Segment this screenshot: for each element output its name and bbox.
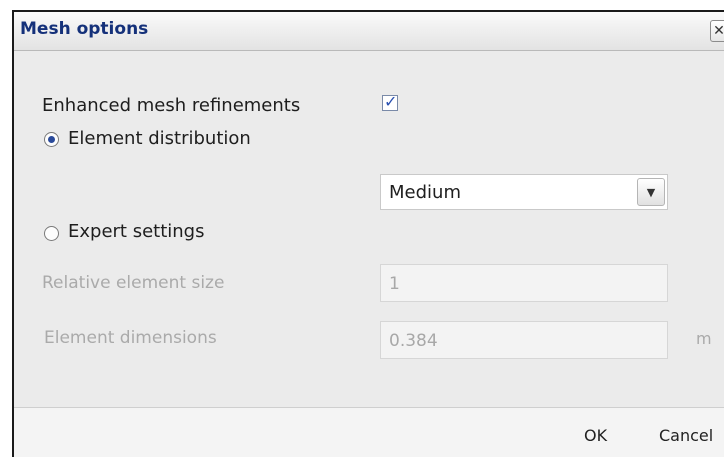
ok-button[interactable]: OK bbox=[584, 426, 607, 445]
chevron-down-icon: ▼ bbox=[646, 186, 656, 199]
mesh-options-dialog: Mesh options ✕ Enhanced mesh refinements… bbox=[12, 10, 724, 457]
checkmark-icon: ✓ bbox=[384, 92, 398, 111]
relative-size-value: 1 bbox=[389, 274, 400, 294]
dialog-title: Mesh options bbox=[20, 19, 149, 39]
element-dimensions-unit: m bbox=[696, 329, 712, 348]
cancel-button[interactable]: Cancel bbox=[659, 426, 713, 445]
distribution-select[interactable]: Medium ▼ bbox=[380, 174, 668, 210]
element-dimensions-input[interactable]: 0.384 bbox=[380, 321, 668, 359]
element-distribution-label[interactable]: Element distribution bbox=[68, 128, 251, 149]
enhanced-refinements-label: Enhanced mesh refinements bbox=[42, 95, 301, 116]
element-dimensions-value: 0.384 bbox=[389, 331, 438, 351]
relative-size-input[interactable]: 1 bbox=[380, 264, 668, 302]
element-distribution-radio[interactable] bbox=[44, 132, 59, 147]
dialog-titlebar: Mesh options ✕ bbox=[14, 12, 724, 51]
dialog-body: Enhanced mesh refinements ✓ Element dist… bbox=[14, 51, 724, 407]
expert-settings-radio[interactable] bbox=[44, 226, 59, 241]
dialog-footer: OK Cancel bbox=[14, 407, 724, 457]
relative-size-label: Relative element size bbox=[42, 273, 225, 293]
expert-settings-label[interactable]: Expert settings bbox=[68, 221, 205, 242]
element-dimensions-label: Element dimensions bbox=[44, 328, 217, 348]
dropdown-arrow-button[interactable]: ▼ bbox=[637, 178, 665, 206]
close-icon: ✕ bbox=[713, 23, 724, 39]
distribution-value: Medium bbox=[389, 182, 461, 203]
close-button[interactable]: ✕ bbox=[710, 20, 724, 42]
enhanced-refinements-checkbox[interactable]: ✓ bbox=[382, 92, 398, 111]
